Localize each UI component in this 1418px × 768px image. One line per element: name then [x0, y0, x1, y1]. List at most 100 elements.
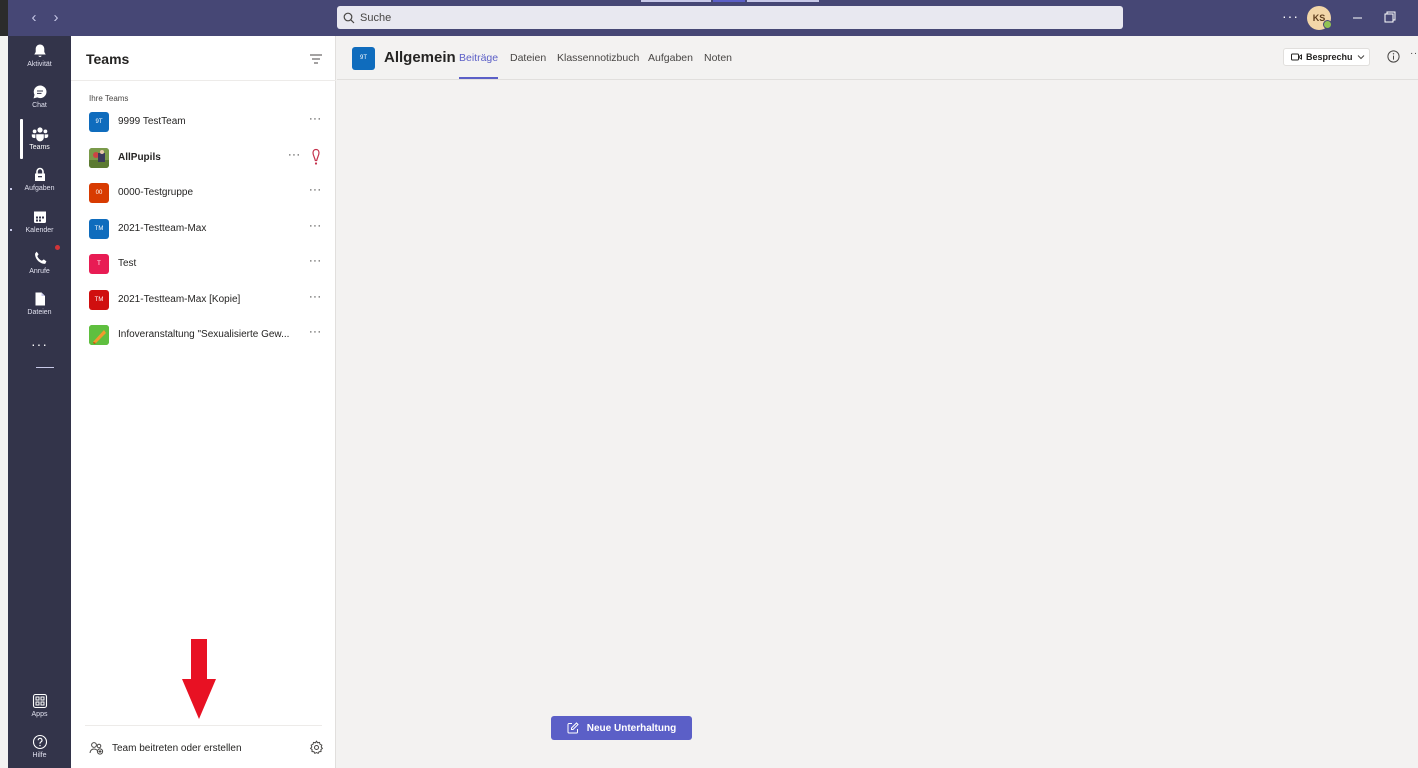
- channel-title: Allgemein: [384, 49, 456, 66]
- back-button[interactable]: ‹: [26, 9, 42, 27]
- alert-button[interactable]: [311, 148, 321, 171]
- rail-item-assignments[interactable]: Aufgaben: [8, 167, 71, 207]
- tab-assignments[interactable]: Aufgaben: [648, 52, 693, 64]
- rail-label: Chat: [32, 102, 47, 109]
- team-avatar: 9T: [89, 112, 109, 132]
- file-icon: [35, 292, 45, 306]
- notification-dot: [55, 245, 60, 250]
- rail-item-calls[interactable]: Anrufe: [8, 250, 71, 290]
- team-name: Test: [118, 258, 137, 269]
- pane-title: Teams: [86, 51, 130, 67]
- team-image: [89, 148, 109, 168]
- title-bar: ‹ › ··· KS: [0, 0, 1418, 36]
- tab-strip-indicator: [747, 0, 819, 2]
- team-name: Infoveranstaltung "Sexualisierte Gew...: [118, 329, 290, 340]
- team-more-button[interactable]: ···: [309, 255, 322, 267]
- team-picture-icon: [89, 148, 109, 168]
- search-input[interactable]: [360, 11, 1100, 24]
- tab-strip-indicator: [641, 0, 711, 2]
- rail-divider: [36, 367, 54, 368]
- rail-item-activity[interactable]: Aktivität: [8, 43, 71, 83]
- gear-icon: [309, 740, 324, 755]
- rail-marker: [10, 188, 12, 190]
- tab-posts[interactable]: Beiträge: [459, 52, 498, 64]
- active-tab-underline: [459, 77, 498, 79]
- compose-icon: [567, 722, 579, 734]
- team-avatar: 00: [89, 183, 109, 203]
- rail-label: Apps: [31, 711, 48, 718]
- channel-team-avatar: 9T: [352, 47, 375, 70]
- forward-button[interactable]: ›: [48, 9, 64, 27]
- join-or-create-team-button[interactable]: Team beitreten oder erstellen: [89, 740, 242, 756]
- team-more-button[interactable]: ···: [288, 149, 301, 161]
- team-row[interactable]: T Test ···: [71, 249, 336, 281]
- manage-teams-button[interactable]: [309, 740, 324, 760]
- pane-divider: [85, 725, 322, 726]
- tab-grades[interactable]: Noten: [704, 52, 732, 64]
- tab-files[interactable]: Dateien: [510, 52, 546, 64]
- bell-icon: [33, 44, 46, 58]
- section-label: Ihre Teams: [89, 94, 129, 103]
- phone-icon: [34, 251, 46, 264]
- app-rail: Aktivität Chat Teams Aufgaben Kalender A…: [8, 36, 71, 768]
- team-more-button[interactable]: ···: [309, 220, 322, 232]
- teams-pane: Teams Ihre Teams 9T 9999 TestTeam ··· Al…: [71, 36, 336, 768]
- team-row[interactable]: Infoveranstaltung "Sexualisierte Gew... …: [71, 320, 336, 352]
- search-box[interactable]: [337, 6, 1123, 29]
- teams-icon: [31, 127, 48, 142]
- rail-label: Anrufe: [29, 268, 50, 275]
- presence-indicator: [1323, 20, 1332, 29]
- team-name: 2021-Testteam-Max: [118, 223, 207, 234]
- rail-label: Aktivität: [27, 61, 52, 68]
- window-edge: [0, 0, 8, 36]
- assignments-icon: [34, 167, 45, 181]
- team-avatar: TM: [89, 290, 109, 310]
- settings-more-button[interactable]: ···: [1282, 8, 1299, 24]
- rail-item-help[interactable]: Hilfe: [8, 734, 71, 768]
- tab-strip-indicator: [713, 0, 745, 2]
- team-row[interactable]: 9T 9999 TestTeam ···: [71, 107, 336, 139]
- team-more-button[interactable]: ···: [309, 291, 322, 303]
- filter-button[interactable]: [309, 52, 323, 64]
- rail-label: Aufgaben: [24, 185, 55, 192]
- channel-info-button[interactable]: [1387, 50, 1400, 68]
- team-row[interactable]: 00 0000-Testgruppe ···: [71, 178, 336, 210]
- new-conversation-label: Neue Unterhaltung: [586, 722, 677, 734]
- restore-button[interactable]: [1380, 8, 1400, 28]
- rail-item-calendar[interactable]: Kalender: [8, 209, 71, 249]
- chevron-down-icon: [1357, 55, 1365, 60]
- channel-more-button[interactable]: ···: [1410, 48, 1418, 59]
- new-conversation-button[interactable]: Neue Unterhaltung: [551, 716, 692, 740]
- add-people-icon: [89, 742, 104, 755]
- team-avatar: T: [89, 254, 109, 274]
- restore-icon: [1384, 11, 1396, 23]
- rail-item-files[interactable]: Dateien: [8, 291, 71, 331]
- tab-class-notebook[interactable]: Klassennotizbuch: [557, 52, 639, 64]
- team-name: 9999 TestTeam: [118, 116, 186, 127]
- rail-more-button[interactable]: ···: [8, 336, 71, 352]
- team-name: AllPupils: [118, 152, 161, 163]
- minimize-button[interactable]: [1348, 8, 1368, 28]
- channel-header: 9T Allgemein Beiträge Dateien Klassennot…: [337, 36, 1418, 80]
- team-row[interactable]: AllPupils ···: [71, 143, 336, 175]
- filter-icon: [310, 54, 322, 64]
- rail-marker: [10, 229, 12, 231]
- team-name: 0000-Testgruppe: [118, 187, 194, 198]
- rail-item-apps[interactable]: Apps: [8, 693, 71, 733]
- rail-item-teams[interactable]: Teams: [8, 126, 71, 166]
- red-arrow-annotation: [182, 639, 216, 724]
- join-label: Team beitreten oder erstellen: [112, 742, 242, 754]
- team-more-button[interactable]: ···: [309, 184, 322, 196]
- alert-icon: [312, 148, 320, 165]
- team-row[interactable]: TM 2021-Testteam-Max [Kopie] ···: [71, 285, 336, 317]
- team-more-button[interactable]: ···: [309, 113, 322, 125]
- team-row[interactable]: TM 2021-Testteam-Max ···: [71, 214, 336, 246]
- rail-label: Teams: [29, 144, 50, 151]
- team-image: [89, 325, 109, 345]
- rail-item-chat[interactable]: Chat: [8, 84, 71, 124]
- team-name: 2021-Testteam-Max [Kopie]: [118, 294, 241, 305]
- team-more-button[interactable]: ···: [309, 326, 322, 338]
- rail-label: Kalender: [25, 227, 54, 234]
- pane-divider: [71, 80, 336, 81]
- meeting-dropdown-button[interactable]: [1353, 48, 1370, 66]
